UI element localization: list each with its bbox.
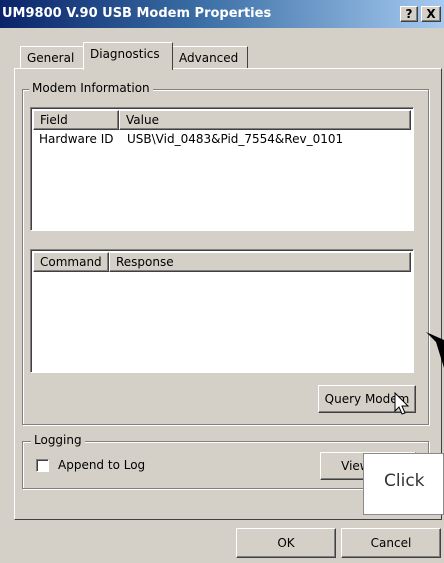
hardware-id-field: Hardware ID bbox=[39, 132, 114, 146]
arrow-pointer-icon bbox=[426, 332, 444, 368]
column-header-value[interactable]: Value bbox=[119, 110, 411, 130]
tab-diagnostics[interactable]: Diagnostics bbox=[83, 42, 173, 70]
column-header-response[interactable]: Response bbox=[109, 252, 411, 272]
cancel-button[interactable]: Cancel bbox=[341, 528, 441, 558]
modem-info-group-label: Modem Information bbox=[29, 81, 153, 95]
modem-info-list[interactable]: Field Value Hardware ID USB\Vid_0483&Pid… bbox=[30, 107, 414, 231]
column-header-command[interactable]: Command bbox=[33, 252, 109, 272]
logging-group-label: Logging bbox=[31, 433, 85, 447]
help-button[interactable]: ? bbox=[400, 6, 418, 22]
hardware-id-value: USB\Vid_0483&Pid_7554&Rev_0101 bbox=[127, 132, 344, 146]
ok-button[interactable]: OK bbox=[236, 528, 336, 558]
ok-label: OK bbox=[277, 536, 295, 550]
click-callout: Click bbox=[363, 453, 444, 515]
tab-advanced[interactable]: Advanced bbox=[172, 46, 248, 68]
command-response-list[interactable]: Command Response bbox=[30, 249, 414, 373]
close-button[interactable]: X bbox=[421, 6, 441, 22]
append-to-log-checkbox[interactable] bbox=[36, 459, 49, 472]
column-header-field[interactable]: Field bbox=[33, 110, 119, 130]
window-title: UM9800 V.90 USB Modem Properties bbox=[2, 6, 272, 21]
close-icon: X bbox=[426, 7, 436, 21]
list-item[interactable]: Hardware ID USB\Vid_0483&Pid_7554&Rev_01… bbox=[33, 132, 411, 148]
cancel-label: Cancel bbox=[370, 536, 412, 550]
title-bar[interactable]: UM9800 V.90 USB Modem Properties ? X bbox=[0, 0, 444, 28]
tab-general[interactable]: General bbox=[20, 46, 84, 68]
mouse-cursor-icon bbox=[394, 392, 410, 415]
callout-text: Click bbox=[384, 471, 425, 491]
append-to-log-label[interactable]: Append to Log bbox=[58, 458, 145, 472]
